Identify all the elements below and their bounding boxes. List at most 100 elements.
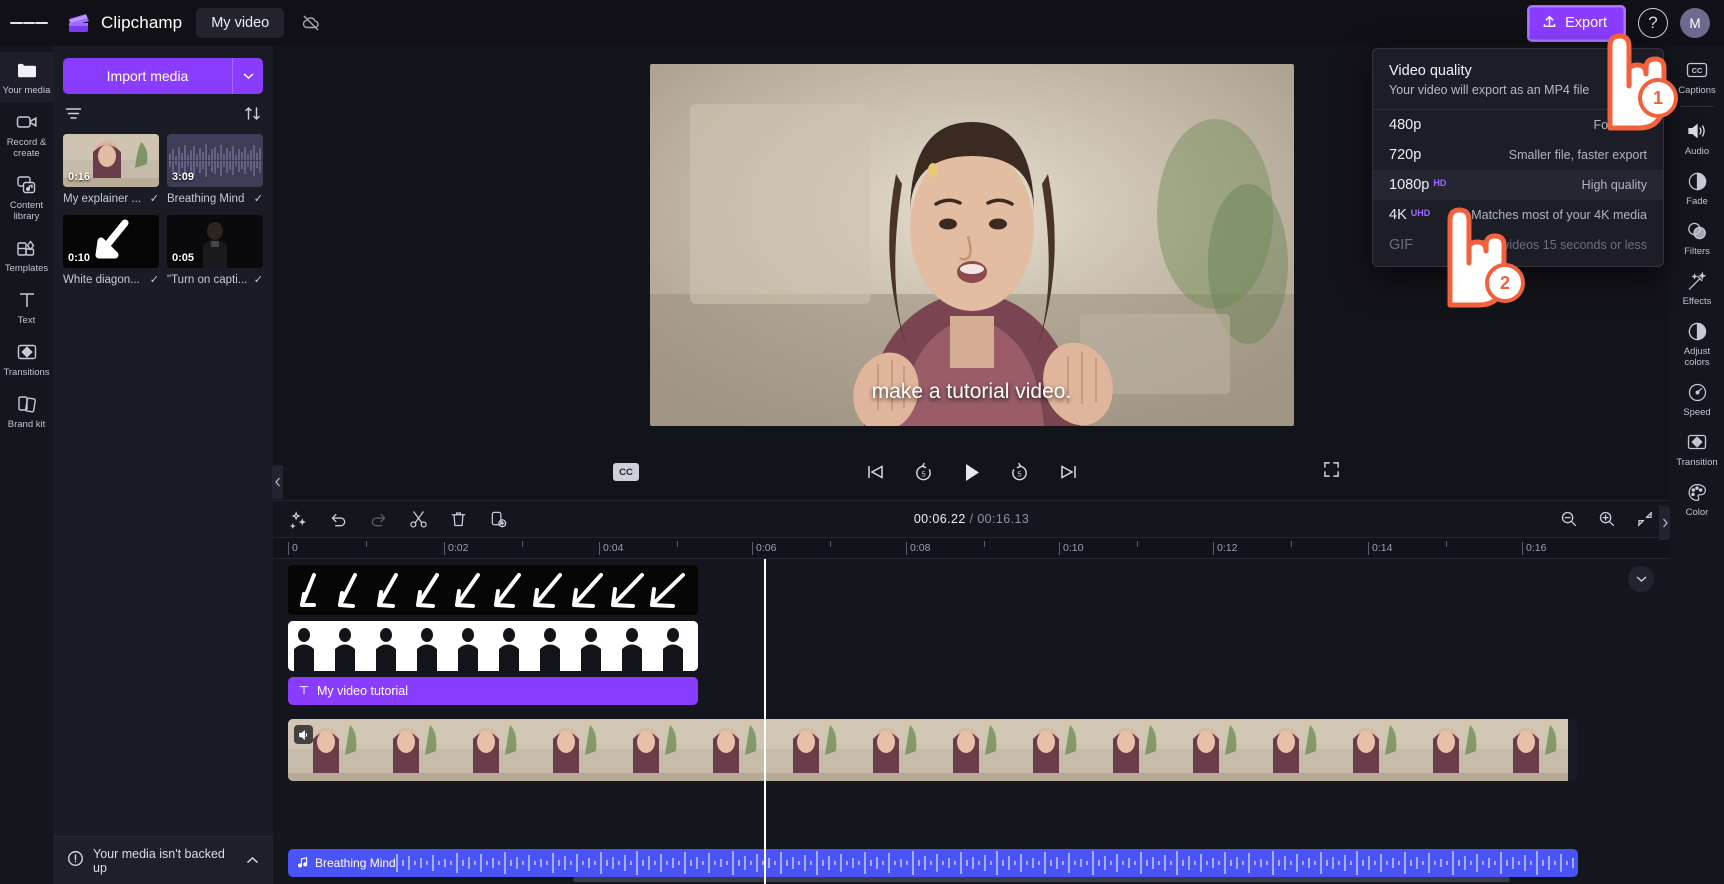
media-thumbnail: 0:16	[63, 134, 159, 187]
media-label-row: Breathing Mind ✓	[167, 192, 263, 206]
media-item-1[interactable]: 3:09 Breathing Mind ✓	[167, 134, 263, 205]
video-camera-icon	[16, 111, 38, 133]
sidebar-item-transitions[interactable]: Transitions	[0, 334, 53, 384]
quality-option-1080p[interactable]: 1080p HD High quality	[1373, 170, 1663, 200]
people-strip-clip[interactable]	[288, 621, 698, 671]
right-item-color[interactable]: Color	[1670, 474, 1724, 524]
cloud-off-icon[interactable]	[298, 10, 324, 36]
delete-button[interactable]	[447, 508, 469, 530]
quality-option-gif[interactable]: GIF For videos 15 seconds or less	[1373, 230, 1663, 260]
media-thumbnail: 0:10	[63, 215, 159, 268]
white-diagonal-arrow-clip[interactable]	[288, 565, 698, 615]
help-icon[interactable]: ?	[1638, 8, 1668, 38]
text-clip[interactable]: My video tutorial	[288, 677, 698, 705]
total-time: 00:16.13	[977, 512, 1030, 526]
quality-option-4k[interactable]: 4K UHD Matches most of your 4K media	[1373, 200, 1663, 230]
fullscreen-icon[interactable]	[1323, 461, 1340, 483]
right-item-audio[interactable]: Audio	[1670, 113, 1724, 163]
media-label-row: "Turn on capti... ✓	[167, 273, 263, 287]
rewind-5-icon[interactable]: 5	[911, 459, 937, 485]
timeline: 00:06.22 / 00:16.13 0 0:02 0:04 0:06 0:0…	[273, 500, 1670, 884]
svg-text:5: 5	[921, 469, 925, 478]
option-desc: Smaller file, faster export	[1508, 148, 1647, 162]
duplicate-button[interactable]	[487, 508, 509, 530]
project-tab[interactable]: My video	[196, 8, 285, 38]
scroll-down-button[interactable]	[1628, 566, 1654, 592]
import-media-button[interactable]: Import media	[63, 58, 232, 94]
right-item-effects[interactable]: Effects	[1670, 263, 1724, 313]
import-media-chevron-down-icon[interactable]	[232, 58, 263, 94]
media-item-0[interactable]: 0:16 My explainer ... ✓	[63, 134, 159, 205]
split-button[interactable]	[407, 508, 429, 530]
right-panel-collapse-handle[interactable]	[1659, 506, 1670, 540]
hamburger-icon[interactable]	[10, 4, 49, 42]
chevron-up-icon[interactable]	[246, 852, 259, 870]
ruler-label: 0:08	[910, 542, 931, 554]
audio-clip[interactable]: Breathing Mind	[288, 849, 1578, 877]
right-item-speed[interactable]: Speed	[1670, 374, 1724, 424]
right-item-transition[interactable]: Transition	[1670, 424, 1724, 474]
ruler-label: 0:12	[1217, 542, 1238, 554]
rail-divider	[1680, 106, 1714, 107]
preview-frame-image	[649, 64, 1294, 426]
sidebar-item-templates[interactable]: Templates	[0, 230, 53, 280]
undo-button[interactable]	[327, 508, 349, 530]
main-video-clip[interactable]	[288, 719, 1578, 781]
left-rail: Your media Record & create Content libra…	[0, 46, 53, 884]
cc-toggle-button[interactable]: CC	[613, 463, 639, 481]
option-desc: High quality	[1581, 178, 1647, 192]
media-panel: Import media 0:16 My explainer ... ✓ 3:0…	[53, 46, 283, 884]
sidebar-item-text[interactable]: Text	[0, 282, 53, 332]
right-item-label: Speed	[1683, 407, 1711, 418]
option-left: GIF	[1389, 237, 1413, 253]
timeline-scrollbar[interactable]	[573, 877, 1510, 882]
sidebar-label: Record & create	[6, 137, 47, 159]
playhead[interactable]	[764, 559, 766, 884]
sidebar-item-your-media[interactable]: Your media	[0, 52, 53, 102]
media-item-2[interactable]: 0:10 White diagon... ✓	[63, 215, 159, 286]
content-library-icon	[16, 174, 38, 196]
media-grid: 0:16 My explainer ... ✓ 3:09 Breathing M…	[63, 134, 263, 286]
audio-clip-label: Breathing Mind	[315, 856, 396, 870]
zoom-in-icon[interactable]	[1596, 508, 1618, 530]
redo-button[interactable]	[367, 508, 389, 530]
media-panel-collapse-handle[interactable]	[272, 465, 283, 499]
check-icon: ✓	[149, 193, 159, 205]
right-item-label: Captions	[1678, 85, 1716, 96]
fit-to-screen-icon[interactable]	[1634, 508, 1656, 530]
sort-arrows-icon[interactable]	[244, 106, 261, 126]
sidebar-item-brand-kit[interactable]: Brand kit	[0, 386, 53, 436]
quality-option-720p[interactable]: 720p Smaller file, faster export	[1373, 140, 1663, 170]
playback-controls: 5 5	[863, 459, 1081, 485]
media-thumbnail: 0:05	[167, 215, 263, 268]
backup-warning-bar[interactable]: Your media isn't backed up	[53, 836, 273, 884]
option-left: 480p	[1389, 117, 1421, 133]
palette-icon	[1686, 481, 1708, 503]
forward-5-icon[interactable]: 5	[1007, 459, 1033, 485]
avatar[interactable]: M	[1680, 8, 1710, 38]
import-row: Import media	[63, 58, 263, 94]
right-item-adjust-colors[interactable]: Adjust colors	[1670, 313, 1724, 374]
zoom-out-icon[interactable]	[1558, 508, 1580, 530]
media-item-3[interactable]: 0:05 "Turn on capti... ✓	[167, 215, 263, 286]
quality-option-480p[interactable]: 480p For drafts	[1373, 110, 1663, 140]
video-preview[interactable]: make a tutorial video.	[649, 64, 1294, 426]
right-item-fade[interactable]: Fade	[1670, 163, 1724, 213]
skip-back-icon[interactable]	[863, 459, 889, 485]
check-icon: ✓	[149, 274, 159, 286]
cc-icon: CC	[1686, 59, 1708, 81]
option-name: 480p	[1389, 117, 1422, 133]
sidebar-item-content-library[interactable]: Content library	[0, 167, 53, 228]
speaker-icon[interactable]	[294, 725, 313, 744]
media-name: "Turn on capti...	[167, 273, 248, 286]
skip-forward-icon[interactable]	[1055, 459, 1081, 485]
export-button[interactable]: Export	[1527, 4, 1626, 42]
ruler-label: 0:04	[603, 542, 624, 554]
sidebar-item-record-create[interactable]: Record & create	[0, 104, 53, 165]
timeline-ruler[interactable]: 0 0:02 0:04 0:06 0:08 0:10 0:12 0:14 0:1…	[273, 537, 1670, 559]
right-item-filters[interactable]: Filters	[1670, 213, 1724, 263]
filter-icon[interactable]	[65, 107, 82, 125]
magic-wand-button[interactable]	[287, 508, 309, 530]
right-item-captions[interactable]: CC Captions	[1670, 52, 1724, 102]
play-icon[interactable]	[959, 459, 985, 485]
